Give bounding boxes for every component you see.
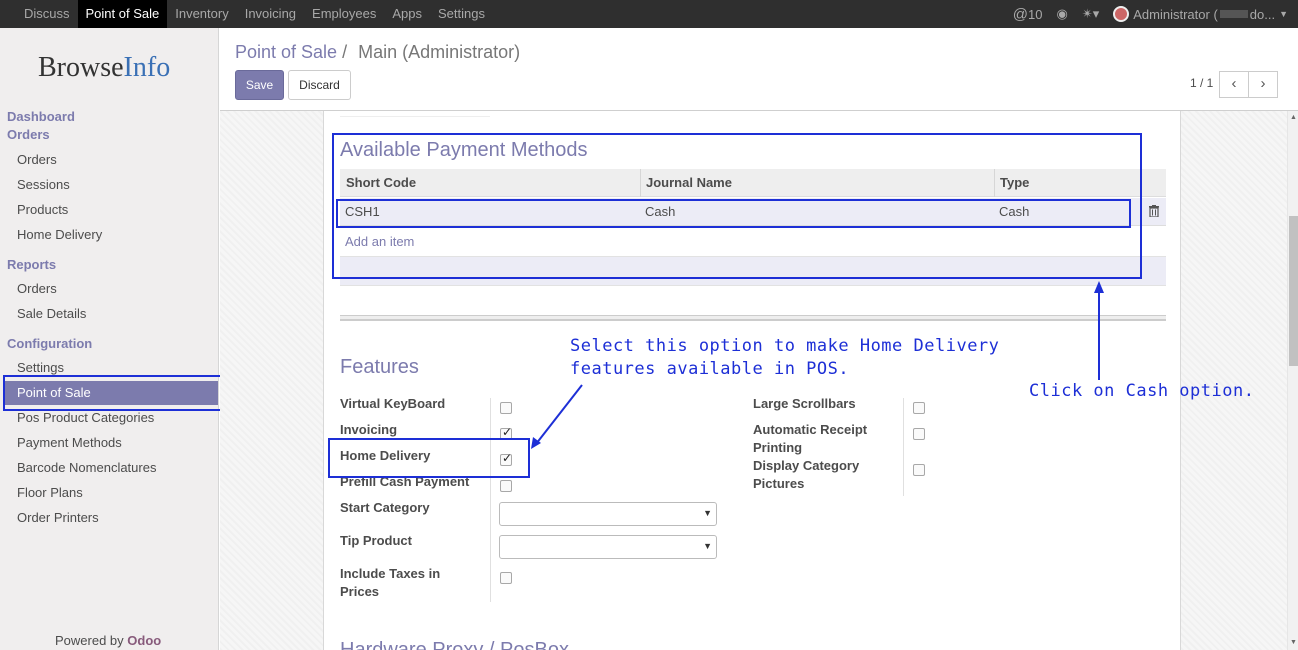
checkbox-automatic-receipt[interactable] [913, 428, 925, 440]
annotation-note-select-line1: Select this option to make Home Delivery [570, 336, 1000, 356]
label-tip-product: Tip Product [340, 533, 412, 548]
label-automatic-receipt-line2: Printing [753, 440, 803, 455]
powered-by: Powered by Odoo [55, 633, 161, 648]
pager-value: 1 / 1 [1190, 76, 1214, 90]
menu-settings[interactable]: Settings [430, 0, 493, 28]
avatar [1113, 6, 1130, 22]
discard-button[interactable]: Discard [288, 70, 351, 100]
sidebar-section-configuration[interactable]: Configuration [7, 336, 92, 351]
user-name: Administrator ( [1133, 6, 1218, 22]
chat-icon[interactable]: ◉ [1056, 6, 1067, 22]
label-virtual-keyboard: Virtual KeyBoard [340, 396, 446, 411]
breadcrumb: Point of Sale / Main (Administrator) [235, 42, 520, 63]
checkbox-large-scrollbars[interactable] [913, 402, 925, 414]
user-menu[interactable]: Administrator ( do... ▼ [1113, 6, 1288, 22]
menu-apps[interactable]: Apps [384, 0, 430, 28]
menu-point-of-sale[interactable]: Point of Sale [77, 0, 168, 28]
sidebar-item-floor-plans[interactable]: Floor Plans [17, 485, 83, 500]
start-category-select[interactable]: ▼ [499, 502, 717, 526]
label-automatic-receipt-line1: Automatic Receipt [753, 422, 868, 437]
at-icon: @ [1012, 5, 1029, 23]
sidebar-item-payment-methods[interactable]: Payment Methods [17, 435, 122, 450]
powered-by-text: Powered by [55, 633, 124, 648]
sidebar-item-settings[interactable]: Settings [17, 360, 64, 375]
clipped-field-row [340, 111, 490, 117]
sidebar-item-sessions[interactable]: Sessions [17, 177, 70, 192]
checkbox-display-category-pictures[interactable] [913, 464, 925, 476]
tip-product-select[interactable]: ▼ [499, 535, 717, 559]
company-logo: BrowseInfo [38, 52, 170, 84]
chevron-down-icon: ▼ [1279, 9, 1288, 19]
bug-icon[interactable]: ✴▾ [1082, 6, 1099, 22]
section-separator [340, 315, 1166, 321]
vertical-scrollbar[interactable]: ▲ ▼ [1287, 111, 1298, 650]
app-menu: Discuss Point of Sale Inventory Invoicin… [16, 0, 493, 28]
top-navbar: Discuss Point of Sale Inventory Invoicin… [0, 0, 1298, 28]
user-name-suffix: do... [1249, 6, 1276, 22]
annotation-box-point-of-sale [3, 375, 228, 411]
menu-employees[interactable]: Employees [304, 0, 384, 28]
chevron-left-icon: ‹ [1231, 75, 1237, 92]
trash-icon[interactable] [1149, 205, 1159, 217]
menu-inventory[interactable]: Inventory [167, 0, 236, 28]
sidebar-section-orders[interactable]: Orders [7, 127, 50, 142]
sidebar: BrowseInfo Dashboard Orders Orders Sessi… [0, 28, 219, 650]
checkbox-include-taxes[interactable] [500, 572, 512, 584]
pager-next-button[interactable]: › [1248, 71, 1278, 98]
systray: @10 ◉ ✴▾ Administrator ( do... ▼ [999, 0, 1288, 28]
sidebar-item-report-orders[interactable]: Orders [17, 281, 57, 296]
caret-down-icon: ▼ [703, 541, 712, 551]
checkbox-prefill-cash-payment[interactable] [500, 480, 512, 492]
annotation-box-cash-row [336, 199, 1131, 228]
annotation-box-home-delivery [328, 438, 530, 478]
annotation-note-cash: Click on Cash option. [1029, 381, 1255, 401]
messages-indicator[interactable]: @10 [1013, 6, 1043, 23]
label-invoicing: Invoicing [340, 422, 398, 437]
field-divider [490, 398, 491, 602]
scrollbar-thumb[interactable] [1289, 216, 1298, 366]
label-include-taxes-line1: Include Taxes in [340, 566, 441, 581]
sidebar-dashboard[interactable]: Dashboard [7, 109, 75, 124]
features-title: Features [340, 356, 419, 378]
sidebar-item-orders[interactable]: Orders [17, 152, 57, 167]
pager-previous-button[interactable]: ‹ [1219, 71, 1249, 98]
breadcrumb-current: Main (Administrator) [358, 42, 521, 62]
breadcrumb-separator: / [342, 42, 348, 62]
label-display-category-line2: Pictures [753, 476, 805, 491]
hardware-proxy-title: Hardware Proxy / PosBox [340, 639, 569, 650]
scroll-up-icon[interactable]: ▲ [1290, 114, 1297, 121]
label-large-scrollbars: Large Scrollbars [753, 396, 856, 411]
logo-browse: Browse [38, 52, 124, 83]
field-divider [903, 398, 904, 496]
breadcrumb-link[interactable]: Point of Sale [235, 42, 337, 62]
sidebar-item-home-delivery[interactable]: Home Delivery [17, 227, 102, 242]
label-start-category: Start Category [340, 500, 430, 515]
chevron-right-icon: › [1260, 75, 1266, 92]
caret-down-icon: ▼ [703, 508, 712, 518]
sidebar-item-products[interactable]: Products [17, 202, 68, 217]
label-include-taxes-line2: Prices [340, 584, 380, 599]
sidebar-item-sale-details[interactable]: Sale Details [17, 306, 86, 321]
menu-invoicing[interactable]: Invoicing [237, 0, 304, 28]
sidebar-item-order-printers[interactable]: Order Printers [17, 510, 99, 525]
menu-discuss[interactable]: Discuss [16, 0, 78, 28]
label-display-category-line1: Display Category [753, 458, 860, 473]
sidebar-section-reports[interactable]: Reports [7, 257, 56, 272]
sidebar-item-barcode-nomenclatures[interactable]: Barcode Nomenclatures [17, 460, 156, 475]
messages-count: 10 [1028, 6, 1043, 22]
sidebar-item-pos-product-categories[interactable]: Pos Product Categories [17, 410, 154, 425]
logo-info: Info [123, 52, 171, 83]
save-button[interactable]: Save [235, 70, 284, 100]
control-panel: Point of Sale / Main (Administrator) Sav… [220, 28, 1298, 111]
powered-brand[interactable]: Odoo [127, 633, 161, 648]
annotation-note-select-line2: features available in POS. [570, 359, 850, 379]
checkbox-virtual-keyboard[interactable] [500, 402, 512, 414]
redacted-block [1219, 10, 1248, 18]
scroll-down-icon[interactable]: ▼ [1290, 639, 1297, 646]
annotation-note-select: Select this option to make Home Delivery… [570, 335, 999, 381]
